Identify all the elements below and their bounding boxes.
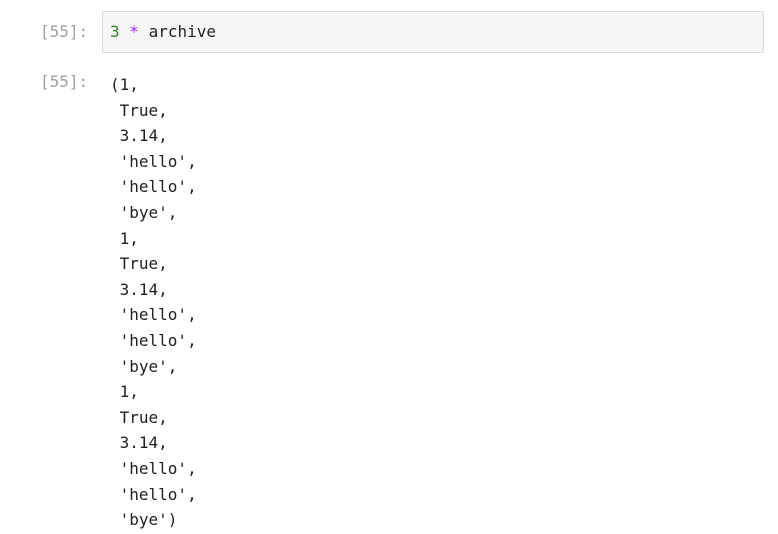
output-line: 'hello', <box>110 330 197 350</box>
output-text: (1, True, 3.14, 'hello', 'hello', 'bye',… <box>110 72 197 533</box>
output-line: 3.14, <box>110 433 168 453</box>
output-line: 'hello', <box>110 177 197 197</box>
output-line: True, <box>110 254 168 274</box>
output-line: 1, <box>110 382 139 402</box>
input-cell[interactable]: [55]: 3 * archive <box>0 0 778 60</box>
output-line: 1, <box>110 228 139 248</box>
code-name-token: archive <box>148 22 216 41</box>
output-line: 'bye', <box>110 202 178 222</box>
output-line: (1, <box>110 75 139 94</box>
output-line: 'hello', <box>110 484 197 504</box>
code-operator-token: * <box>129 22 139 41</box>
code-editor[interactable]: 3 * archive <box>102 11 764 53</box>
output-line: 3.14, <box>110 126 168 146</box>
output-line: 3.14, <box>110 279 168 299</box>
input-prompt: [55]: <box>40 22 89 41</box>
output-line: True, <box>110 407 168 427</box>
output-line: 'hello', <box>110 458 197 478</box>
output-line: 'hello', <box>110 151 197 171</box>
output-line: True, <box>110 100 168 120</box>
code-number-token: 3 <box>110 22 120 41</box>
output-line: 'bye') <box>110 510 178 530</box>
output-prompt: [55]: <box>40 72 89 91</box>
output-line: 'bye', <box>110 356 178 376</box>
output-line: 'hello', <box>110 305 197 325</box>
code-line[interactable]: 3 * archive <box>110 22 216 41</box>
